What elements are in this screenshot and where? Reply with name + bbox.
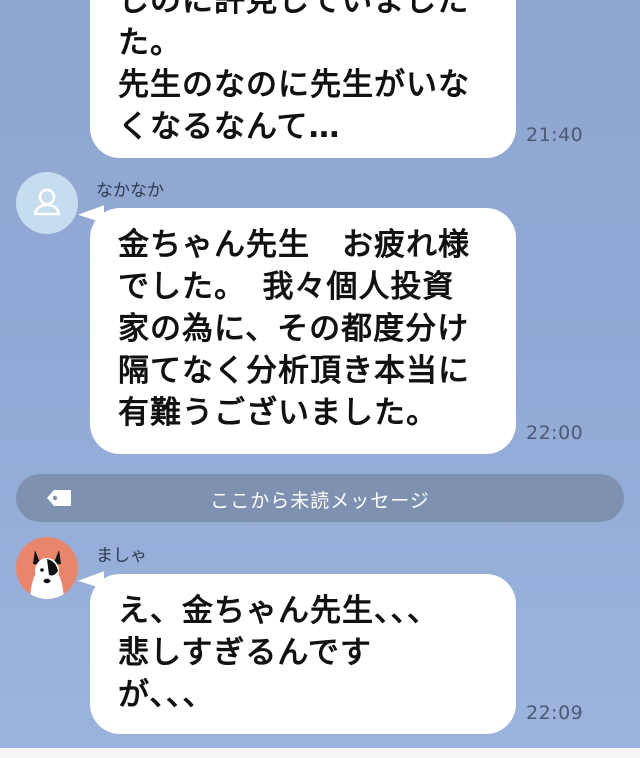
dog-avatar-icon [30, 550, 64, 599]
message-line: が、、、 [118, 677, 215, 713]
message-line: 金ちゃん先生 お疲れ様 [118, 227, 470, 263]
message-line: 有難うございました。 [118, 395, 438, 431]
message-line: 隔てなく分析頂き本当に [118, 353, 470, 389]
message-bubble[interactable]: え、金ちゃん先生、、、 悲しすぎるんです が、、、 [90, 574, 516, 734]
message-line: でした。 我々個人投資 [118, 269, 455, 305]
unread-divider: ここから未読メッセージ [16, 474, 624, 522]
chat-timeline[interactable]: しのに許見していました た。 先生のなのに先生がいな くなるなんて… 21:40… [0, 0, 640, 758]
message-bubble[interactable]: 金ちゃん先生 お疲れ様 でした。 我々個人投資 家の為に、その都度分け 隔てなく… [90, 208, 516, 454]
message-line: しのに許見していました [118, 0, 470, 19]
message-time: 22:00 [526, 422, 584, 444]
message-time: 22:09 [526, 702, 584, 724]
message-bubble[interactable]: しのに許見していました た。 先生のなのに先生がいな くなるなんて… [90, 0, 516, 158]
message-line: え、金ちゃん先生、、、 [118, 593, 439, 629]
unread-label: ここから未読メッセージ [210, 490, 430, 512]
message-line: た。 [118, 25, 182, 61]
sender-avatar[interactable] [16, 172, 78, 234]
message-line: 家の為に、その都度分け [118, 311, 470, 347]
sender-name: ましゃ [96, 546, 147, 566]
message-line: 先生のなのに先生がいな [118, 67, 470, 103]
person-icon [33, 188, 61, 216]
sender-name: なかなか [96, 181, 164, 201]
sender-avatar[interactable] [16, 537, 78, 599]
message-time: 21:40 [526, 124, 584, 146]
message-line: 悲しすぎるんです [118, 635, 372, 671]
message-line: くなるなんて… [118, 109, 341, 145]
input-area-edge [0, 748, 640, 758]
